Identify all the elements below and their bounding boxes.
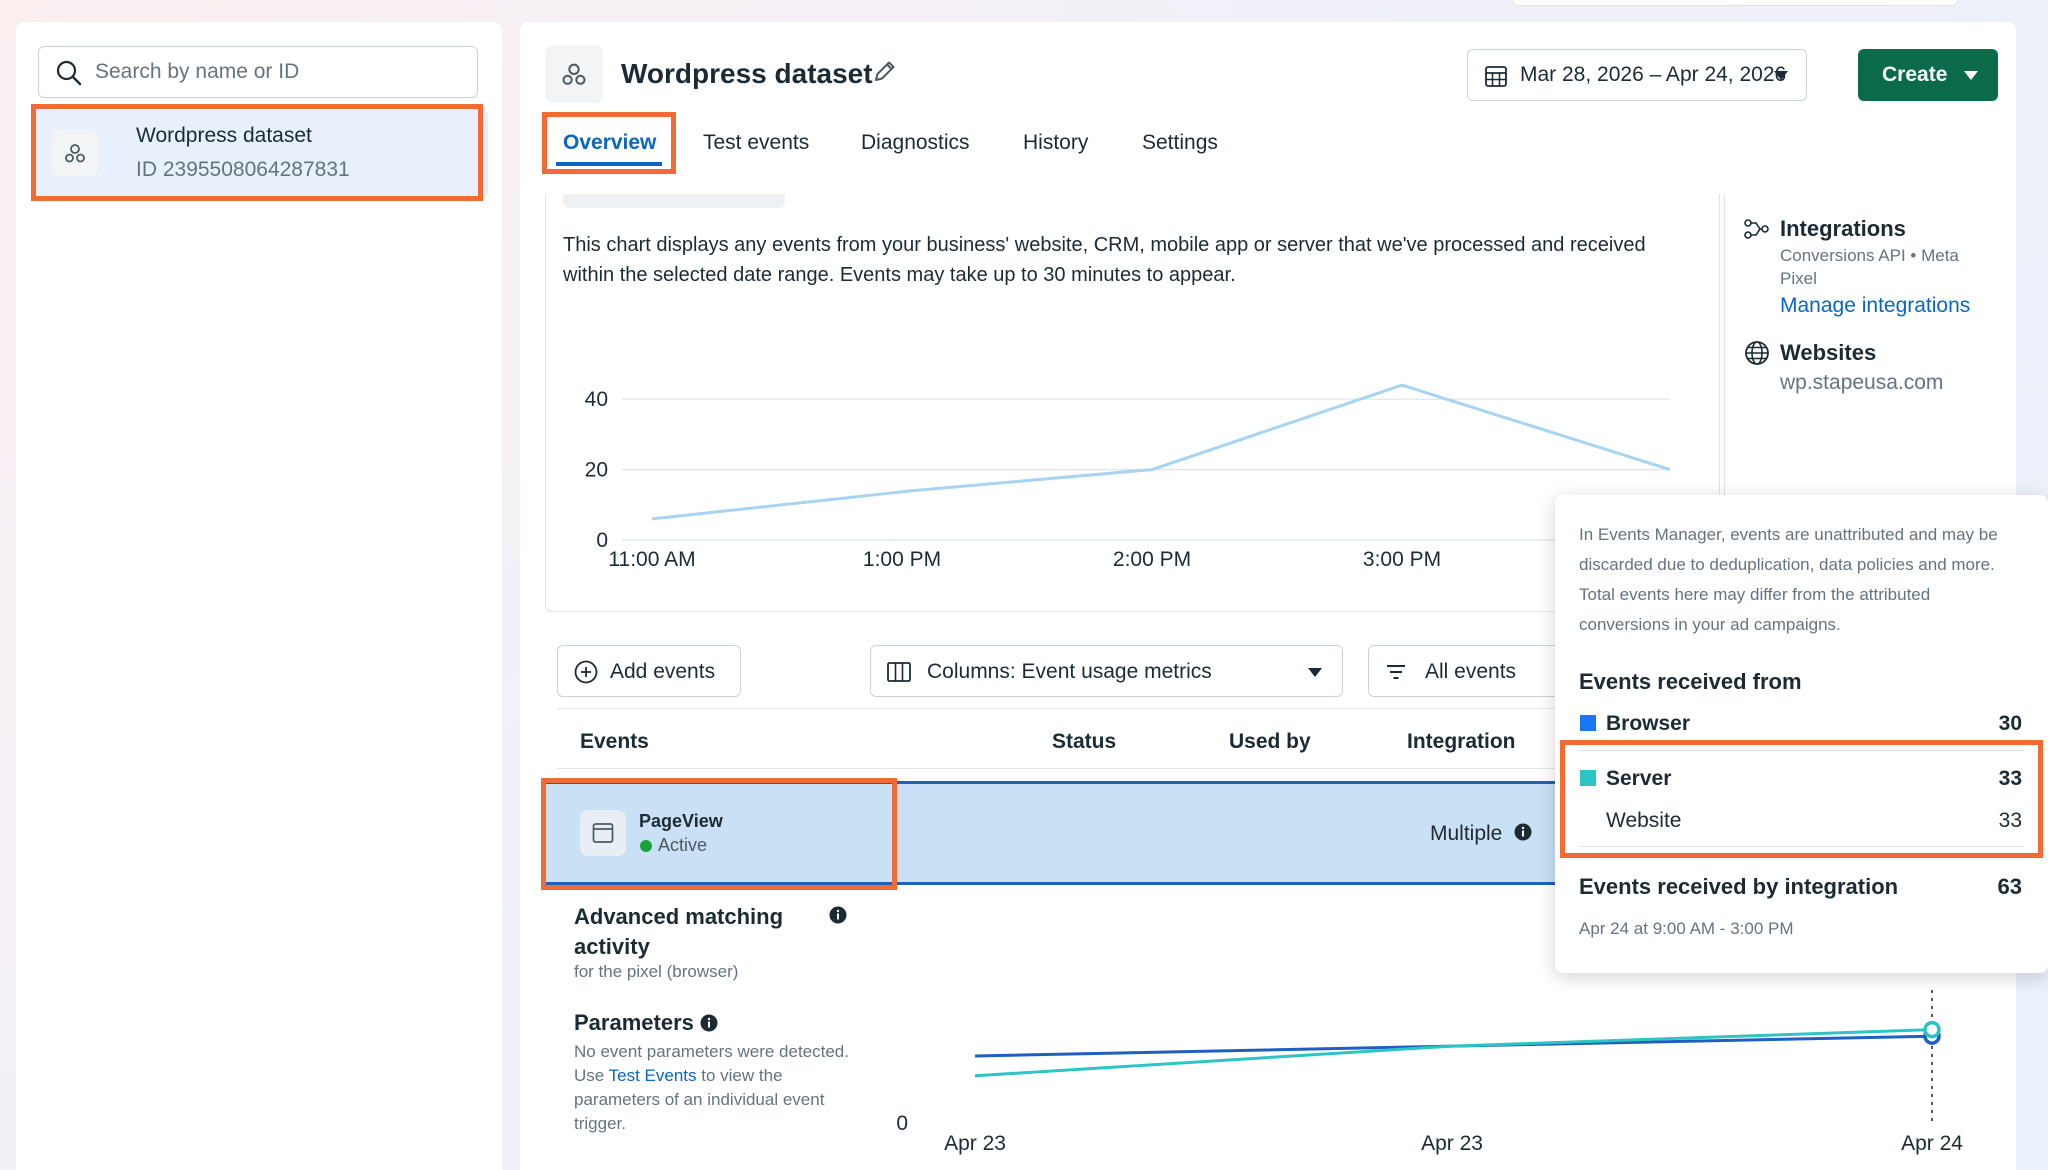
matching-activity-chart: Apr 23 Apr 23 Apr 24 0 (896, 990, 1963, 1155)
plus-circle-icon (574, 660, 598, 684)
add-events-label: Add events (610, 660, 716, 683)
column-header-status[interactable]: Status (1052, 730, 1116, 754)
pencil-icon[interactable] (872, 58, 898, 84)
events-by-integration-label: Events received by integration (1579, 874, 1899, 899)
dataset-icon (562, 63, 586, 85)
chevron-down-icon (1308, 668, 1322, 677)
x-tick-label: 11:00 AM (608, 548, 695, 571)
filter-label: All events (1425, 660, 1517, 683)
chevron-down-icon (1774, 71, 1788, 80)
create-button[interactable]: Create (1858, 49, 1998, 101)
highlight-dataset (31, 104, 483, 201)
x-tick-label: Apr 23 (944, 1132, 1006, 1155)
parameters-description: No event parameters were detected. Use T… (574, 1040, 864, 1136)
x-tick-label: 3:00 PM (1363, 548, 1441, 571)
search-box[interactable] (38, 46, 478, 98)
integrations-subtitle: Conversions API • Meta Pixel (1780, 246, 1959, 288)
events-received-from-title: Events received from (1579, 669, 1802, 694)
x-tick-label: 2:00 PM (1113, 548, 1191, 571)
hover-point-1 (1923, 1020, 1941, 1039)
columns-icon (887, 662, 911, 682)
y-tick-label: 20 (585, 459, 608, 482)
info-divider (1719, 194, 1720, 494)
date-range-picker[interactable]: Mar 28, 2026 – Apr 24, 2026 (1467, 49, 1807, 101)
search-input[interactable] (95, 57, 465, 87)
column-header-integration[interactable]: Integration (1407, 730, 1516, 754)
popover-time-range: Apr 24 at 9:00 AM - 3:00 PM (1579, 919, 1794, 938)
tab-history[interactable]: History (1023, 131, 1088, 155)
events-line-chart: 0 20 40 11:00 AM 1:00 PM 2:00 PM 3:00 PM (585, 383, 1671, 571)
browser-count: 30 (1998, 712, 2022, 735)
info-icon[interactable] (700, 1014, 718, 1032)
info-icon[interactable] (1514, 823, 1532, 841)
date-range-label: Mar 28, 2026 – Apr 24, 2026 (1520, 63, 1787, 86)
events-series-line (651, 383, 1671, 521)
x-tick-label: 1:00 PM (863, 548, 941, 571)
column-header-used-by[interactable]: Used by (1229, 730, 1311, 754)
highlight-server-row (1560, 740, 2043, 858)
advanced-matching-title: Advanced matching activity (574, 904, 784, 959)
top-panel-edge (1512, 0, 1958, 6)
manage-integrations-link[interactable]: Manage integrations (1780, 294, 1970, 318)
integrations-icon (1744, 219, 1769, 239)
column-header-events[interactable]: Events (580, 730, 649, 754)
highlight-overview-tab (542, 112, 676, 174)
chevron-down-icon (1964, 71, 1978, 80)
header-dataset-icon-tile (545, 45, 603, 103)
add-events-button[interactable]: Add events (557, 645, 741, 697)
table-top-divider (557, 708, 1557, 709)
popover-note: In Events Manager, events are unattribut… (1579, 525, 1998, 634)
y-tick-label: 40 (585, 388, 608, 411)
website-url: wp.stapeusa.com (1780, 371, 1944, 394)
tab-settings[interactable]: Settings (1142, 131, 1218, 155)
table-header-divider (557, 768, 1557, 769)
browser-label: Browser (1606, 712, 1691, 735)
x-tick-label: Apr 23 (1421, 1132, 1483, 1155)
integrations-title: Integrations (1780, 216, 1906, 241)
events-filter-button[interactable]: All events (1368, 645, 1568, 697)
y-tick-label: 0 (596, 529, 608, 552)
tab-diagnostics[interactable]: Diagnostics (861, 131, 970, 155)
calendar-icon (1485, 66, 1507, 87)
websites-title: Websites (1780, 340, 1877, 365)
filter-icon (1387, 665, 1405, 679)
columns-dropdown[interactable]: Columns: Event usage metrics (870, 645, 1343, 697)
browser-swatch (1580, 715, 1596, 731)
advanced-matching-subtitle: for the pixel (browser) (574, 962, 739, 981)
search-icon (56, 60, 82, 86)
card-top-stub (563, 194, 785, 208)
highlight-pageview-row (541, 778, 897, 890)
chart-description: This chart displays any events from your… (563, 234, 1646, 286)
y-tick-label: 0 (896, 1112, 908, 1135)
info-icon[interactable] (829, 906, 847, 924)
parameters-title: Parameters (574, 1010, 694, 1035)
test-events-link[interactable]: Test Events (609, 1066, 697, 1085)
events-by-integration-count: 63 (1997, 874, 2022, 899)
page-title: Wordpress dataset (621, 58, 873, 89)
x-tick-label: Apr 24 (1901, 1132, 1963, 1155)
tab-test-events[interactable]: Test events (703, 131, 809, 155)
globe-icon (1745, 341, 1769, 365)
columns-label: Columns: Event usage metrics (927, 660, 1212, 683)
create-button-label: Create (1882, 63, 1948, 86)
event-integration: Multiple (1430, 822, 1503, 845)
